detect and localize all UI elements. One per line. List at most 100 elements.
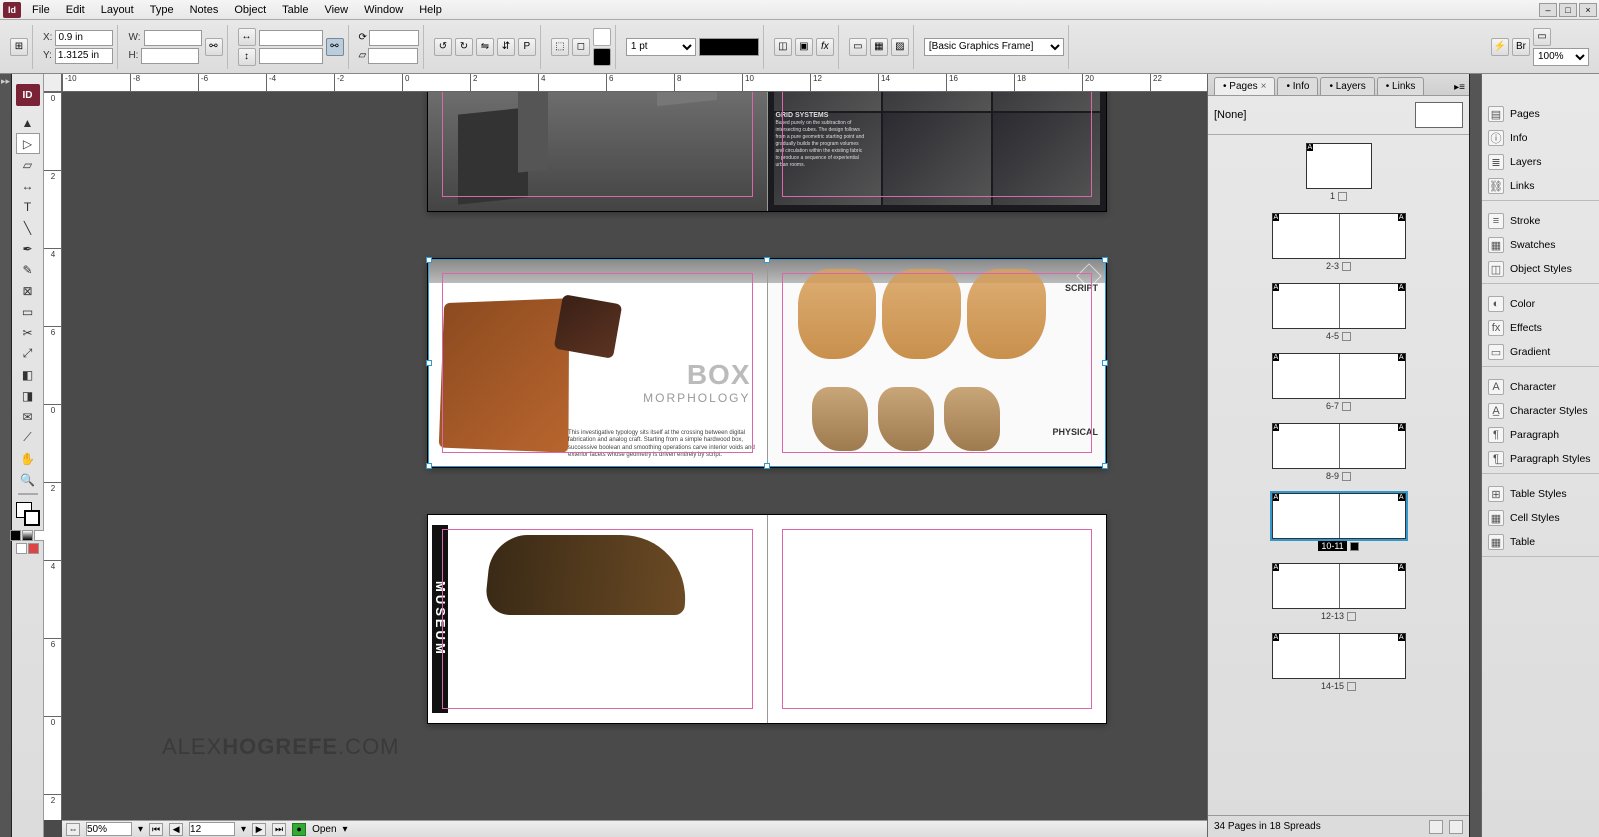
page-13[interactable] (767, 515, 1107, 723)
text-wrap-none-button[interactable]: ▭ (849, 38, 867, 56)
panel-tab-pages[interactable]: • Pages× (1214, 77, 1275, 95)
note-tool[interactable]: ✉ (16, 406, 40, 427)
panel-tab-info[interactable]: • Info (1277, 77, 1318, 95)
last-page-button[interactable]: ⏭ (272, 823, 286, 836)
stroke-style-swatch[interactable] (699, 38, 759, 56)
scale-x-button[interactable]: ↔ (238, 28, 256, 46)
masters-row[interactable]: [None] (1208, 96, 1469, 135)
direct-selection-tool[interactable]: ▷ (16, 133, 40, 154)
constrain-scale-button[interactable]: ⚯ (326, 38, 344, 56)
dock-paragraph[interactable]: ¶Paragraph (1482, 423, 1599, 447)
scale-y-input[interactable] (259, 48, 323, 64)
panel-flyout-button[interactable]: ▸≡ (1450, 80, 1469, 95)
text-wrap-object-button[interactable]: ▨ (891, 38, 909, 56)
stroke-swatch-button[interactable] (593, 48, 611, 66)
dock-gradient[interactable]: ▭Gradient (1482, 340, 1599, 364)
menu-notes[interactable]: Notes (182, 2, 227, 18)
menu-layout[interactable]: Layout (93, 2, 142, 18)
select-container-button[interactable]: ⬚ (551, 38, 569, 56)
prev-page-button[interactable]: ◀ (169, 823, 183, 836)
dock-object-styles[interactable]: ◫Object Styles (1482, 257, 1599, 281)
gap-tool[interactable]: ↔ (16, 175, 40, 196)
zoom-level-input[interactable] (86, 822, 132, 836)
page-8[interactable]: PUZZLE SOLVER (428, 92, 767, 211)
menu-file[interactable]: File (24, 2, 58, 18)
hand-tool[interactable]: ✋ (16, 448, 40, 469)
scale-y-button[interactable]: ↕ (238, 48, 256, 66)
right-collapse-handle[interactable] (1469, 74, 1481, 837)
dock-character[interactable]: ACharacter (1482, 375, 1599, 399)
menu-edit[interactable]: Edit (58, 2, 93, 18)
menu-object[interactable]: Object (226, 2, 274, 18)
preflight-icon[interactable]: ⚡ (1491, 38, 1509, 56)
spread-thumb-14-15[interactable]: AA14-15 (1212, 633, 1465, 691)
x-input[interactable] (55, 30, 113, 46)
y-input[interactable] (55, 48, 113, 64)
spread-8-9[interactable]: PUZZLE SOLVER GRID SYSTEMSBased purely o… (427, 92, 1107, 212)
reference-point-proxy[interactable]: ⊞ (10, 38, 28, 56)
menu-help[interactable]: Help (411, 2, 450, 18)
pencil-tool[interactable]: ✎ (16, 259, 40, 280)
zoom-tool[interactable]: 🔍 (16, 469, 40, 490)
panel-tab-links[interactable]: • Links (1377, 77, 1425, 95)
selection-tool[interactable]: ▲ (16, 112, 40, 133)
flip-horizontal-button[interactable]: ⇋ (476, 38, 494, 56)
scissors-tool[interactable]: ✂ (16, 322, 40, 343)
window-close-button[interactable]: × (1579, 3, 1597, 17)
dock-pages[interactable]: ▤Pages (1482, 102, 1599, 126)
next-page-button[interactable]: ▶ (252, 823, 266, 836)
object-style-select[interactable]: [Basic Graphics Frame] (924, 38, 1064, 56)
delete-page-button[interactable] (1449, 820, 1463, 834)
gradient-feather-tool[interactable]: ◨ (16, 385, 40, 406)
apply-gradient-button[interactable] (22, 530, 33, 541)
stroke-weight-select[interactable]: 1 pt (626, 38, 696, 56)
spread-thumb-8-9[interactable]: AA8-9 (1212, 423, 1465, 481)
fill-stroke-proxy[interactable] (16, 502, 40, 526)
fx-button[interactable]: fx (816, 38, 834, 56)
type-tool[interactable]: T (16, 196, 40, 217)
dock-table-styles[interactable]: ⊞Table Styles (1482, 482, 1599, 506)
dock-character-styles[interactable]: A̲Character Styles (1482, 399, 1599, 423)
normal-view-button[interactable] (16, 543, 27, 554)
drop-shadow-button[interactable]: ▣ (795, 38, 813, 56)
spread-thumb-2-3[interactable]: AA2-3 (1212, 213, 1465, 271)
rotate-ccw-button[interactable]: ↺ (434, 38, 452, 56)
statusbar-split-button[interactable]: ⇔ (66, 823, 80, 836)
dock-links[interactable]: ⛓Links (1482, 174, 1599, 198)
dock-swatches[interactable]: ▦Swatches (1482, 233, 1599, 257)
menu-view[interactable]: View (316, 2, 356, 18)
line-tool[interactable]: ╲ (16, 217, 40, 238)
apply-color-button[interactable] (10, 530, 21, 541)
eyedropper-tool[interactable]: ⟋ (16, 427, 40, 448)
page-dropdown-icon[interactable]: ▾ (241, 824, 246, 835)
dock-paragraph-styles[interactable]: ¶̲Paragraph Styles (1482, 447, 1599, 471)
screen-mode-button[interactable]: ▭ (1533, 28, 1551, 46)
zoom-select[interactable]: 100% (1533, 48, 1589, 66)
page-tool[interactable]: ▱ (16, 154, 40, 175)
fill-swatch-button[interactable] (593, 28, 611, 46)
spread-thumb-6-7[interactable]: AA6-7 (1212, 353, 1465, 411)
bridge-icon[interactable]: Br (1512, 38, 1530, 56)
p-button[interactable]: P (518, 38, 536, 56)
rectangle-tool[interactable]: ▭ (16, 301, 40, 322)
menu-window[interactable]: Window (356, 2, 411, 18)
preflight-status-icon[interactable]: ● (292, 823, 306, 836)
dock-layers[interactable]: ≣Layers (1482, 150, 1599, 174)
zoom-dropdown-icon[interactable]: ▾ (138, 824, 143, 835)
shear-input[interactable] (368, 48, 418, 64)
page-11[interactable]: SCRIPT PHYSICAL (767, 259, 1107, 467)
spread-thumb-1[interactable]: A1 (1212, 143, 1465, 201)
menu-table[interactable]: Table (274, 2, 316, 18)
rectangle-frame-tool[interactable]: ⊠ (16, 280, 40, 301)
ruler-origin[interactable] (44, 74, 62, 92)
dock-stroke[interactable]: ≡Stroke (1482, 209, 1599, 233)
w-input[interactable] (144, 30, 202, 46)
dock-effects[interactable]: fxEffects (1482, 316, 1599, 340)
constrain-proportions-button[interactable]: ⚯ (205, 38, 223, 56)
h-input[interactable] (141, 48, 199, 64)
panel-tab-layers[interactable]: • Layers (1320, 77, 1374, 95)
first-page-button[interactable]: ⏮ (149, 823, 163, 836)
rotate-cw-button[interactable]: ↻ (455, 38, 473, 56)
dock-info[interactable]: ⓘInfo (1482, 126, 1599, 150)
dock-cell-styles[interactable]: ▦Cell Styles (1482, 506, 1599, 530)
